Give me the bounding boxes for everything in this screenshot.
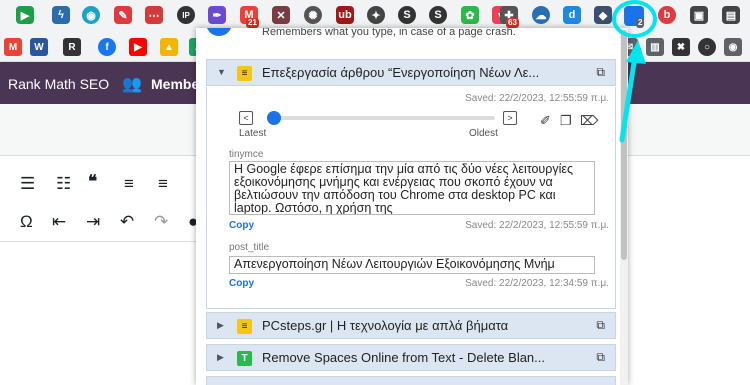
xmark-bookmark-icon[interactable]: ✖: [672, 38, 690, 56]
entry-header-4[interactable]: [206, 376, 616, 385]
site-favicon-icon: ≡: [237, 66, 252, 81]
copy-tinymce-link[interactable]: Copy: [229, 220, 254, 231]
word-bookmark-icon[interactable]: W: [30, 38, 48, 56]
ring-bookmark-icon[interactable]: ○: [698, 38, 716, 56]
numbered-list-icon[interactable]: ☷: [56, 174, 71, 194]
chart-bookmark-icon[interactable]: ▥: [646, 38, 664, 56]
blockquote-icon[interactable]: ❝: [88, 172, 97, 192]
d-ext-icon[interactable]: d: [563, 6, 581, 24]
post-title-text[interactable]: Απενεργοποίηση Νέων Λειτουργιών Εξοικονό…: [229, 256, 595, 274]
redo-icon[interactable]: ↷: [154, 212, 168, 232]
open-link-icon-3[interactable]: ⧉: [596, 350, 605, 365]
indent-icon[interactable]: ⇥: [86, 212, 100, 232]
wand-icon[interactable]: ✐: [540, 113, 551, 129]
r-bookmark-icon[interactable]: R: [63, 38, 81, 56]
bulb-ext-icon[interactable]: ✺: [304, 6, 322, 24]
cloud-ext-icon[interactable]: ☁: [532, 6, 550, 24]
green-play-ext-icon[interactable]: ▶: [16, 6, 34, 24]
copy-post-title-link[interactable]: Copy: [229, 278, 254, 289]
entry-title-3: Remove Spaces Online from Text - Delete …: [262, 350, 545, 365]
s2-ext-icon[interactable]: S: [429, 6, 447, 24]
gmail-bookmark-icon[interactable]: M: [4, 38, 22, 56]
next-button[interactable]: >: [503, 111, 517, 125]
remove-spaces-favicon-icon: T: [237, 351, 252, 366]
rank-math-menu[interactable]: Rank Math SEO: [8, 76, 109, 92]
entry-expanded: Saved: 22/2/2023, 12:55:59 π.μ. < > Late…: [206, 87, 616, 309]
delete-icon[interactable]: ⌦: [580, 113, 598, 129]
post-title-saved: Saved: 22/2/2023, 12:34:59 π.μ.: [465, 278, 609, 289]
saved-time: Saved: 22/2/2023, 12:55:59 π.μ.: [465, 93, 609, 104]
version-slider-knob[interactable]: [267, 111, 281, 125]
version-slider-track[interactable]: [267, 116, 495, 120]
evernote-ext-icon[interactable]: ✿: [461, 6, 479, 24]
expand-triangle-icon[interactable]: ▶: [217, 320, 224, 331]
expand-triangle-icon-3[interactable]: ▶: [217, 352, 224, 363]
reader-ext-icon[interactable]: ▤: [722, 6, 740, 24]
youtube-bookmark-icon[interactable]: ▶: [129, 38, 147, 56]
members-icon: 👥: [122, 76, 142, 93]
oldest-label: Oldest: [469, 128, 498, 139]
collapse-triangle-icon[interactable]: ▼: [217, 67, 226, 77]
pin-bookmark-icon[interactable]: ◉: [724, 38, 742, 56]
ghost-ext-icon[interactable]: ✦: [367, 6, 385, 24]
popup-scrollbar[interactable]: [620, 28, 628, 385]
chat-ext-icon[interactable]: ◉: [82, 6, 100, 24]
drive-bookmark-icon[interactable]: ▲: [160, 38, 178, 56]
bolt-ext-icon[interactable]: ϟ: [52, 6, 70, 24]
entry-header-3[interactable]: ▶ T Remove Spaces Online from Text - Del…: [206, 344, 616, 371]
puzzle-badge: 63: [506, 18, 519, 28]
highlight-ring: [612, 0, 657, 38]
facebook-bookmark-icon[interactable]: f: [98, 38, 116, 56]
ublock-ext-icon[interactable]: ub: [336, 6, 354, 24]
popup-hint: Remembers what you type, in case of a pa…: [262, 28, 516, 38]
pcsteps-favicon-icon: ≡: [237, 319, 252, 334]
copy-icon[interactable]: ❐: [560, 113, 572, 129]
toolbar-divider: [0, 241, 200, 242]
cube-ext-icon[interactable]: ◆: [594, 6, 612, 24]
feather-ext-icon[interactable]: ✒: [208, 6, 226, 24]
align-center-icon[interactable]: ≡: [158, 174, 168, 194]
bullet-list-icon[interactable]: ☰: [20, 174, 35, 194]
typio-popup: Remembers what you type, in case of a pa…: [196, 28, 628, 385]
tinymce-label: tinymce: [229, 149, 264, 160]
s-ext-icon[interactable]: S: [398, 6, 416, 24]
window-ext-icon[interactable]: ▣: [690, 6, 708, 24]
open-link-icon-2[interactable]: ⧉: [596, 318, 605, 333]
align-left-icon[interactable]: ≡: [124, 174, 134, 194]
entry-header[interactable]: ▼ ≡ Επεξεργασία άρθρου “Ενεργοποίηση Νέω…: [206, 59, 616, 86]
tinymce-saved: Saved: 22/2/2023, 12:55:59 π.μ.: [465, 220, 609, 231]
b-ext-icon[interactable]: b: [658, 6, 676, 24]
entry-title: Επεξεργασία άρθρου “Ενεργοποίηση Νέων Λε…: [262, 65, 540, 80]
special-char-icon[interactable]: Ω: [20, 212, 33, 232]
prev-button[interactable]: <: [239, 111, 253, 125]
post-title-label: post_title: [229, 242, 270, 253]
tinymce-text[interactable]: Η Google έφερε επίσημα την μία από τις δ…: [229, 161, 595, 215]
undo-icon[interactable]: ↶: [120, 212, 134, 232]
dots-ext-icon[interactable]: ⋯: [145, 6, 163, 24]
scrollbar-thumb[interactable]: [621, 30, 627, 260]
mute-ext-icon[interactable]: ✕: [272, 6, 290, 24]
typio-logo-icon: [206, 28, 232, 36]
entry-title-2: PCsteps.gr | Η τεχνολογία με απλά βήματα: [262, 318, 509, 333]
outdent-icon[interactable]: ⇤: [52, 212, 66, 232]
ip-ext-icon[interactable]: IP: [177, 6, 195, 24]
entry-header-2[interactable]: ▶ ≡ PCsteps.gr | Η τεχνολογία με απλά βή…: [206, 312, 616, 339]
latest-label: Latest: [239, 128, 267, 139]
pen-ext-icon[interactable]: ✎: [114, 6, 132, 24]
open-link-icon[interactable]: ⧉: [596, 65, 605, 80]
gmail-badge: 21: [246, 18, 259, 28]
